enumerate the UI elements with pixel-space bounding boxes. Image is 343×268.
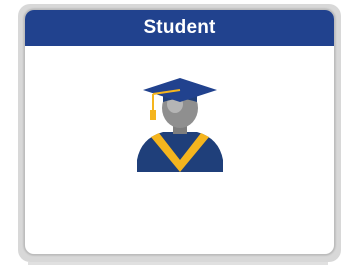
tile-body: [25, 46, 334, 254]
graduate-avatar-icon: [137, 78, 223, 172]
tile-header: Student: [25, 10, 334, 46]
student-tile-page: Student: [0, 0, 343, 268]
tile-title: Student: [143, 17, 216, 38]
bottom-shadow: [28, 262, 328, 265]
student-tile[interactable]: Student: [24, 9, 335, 255]
